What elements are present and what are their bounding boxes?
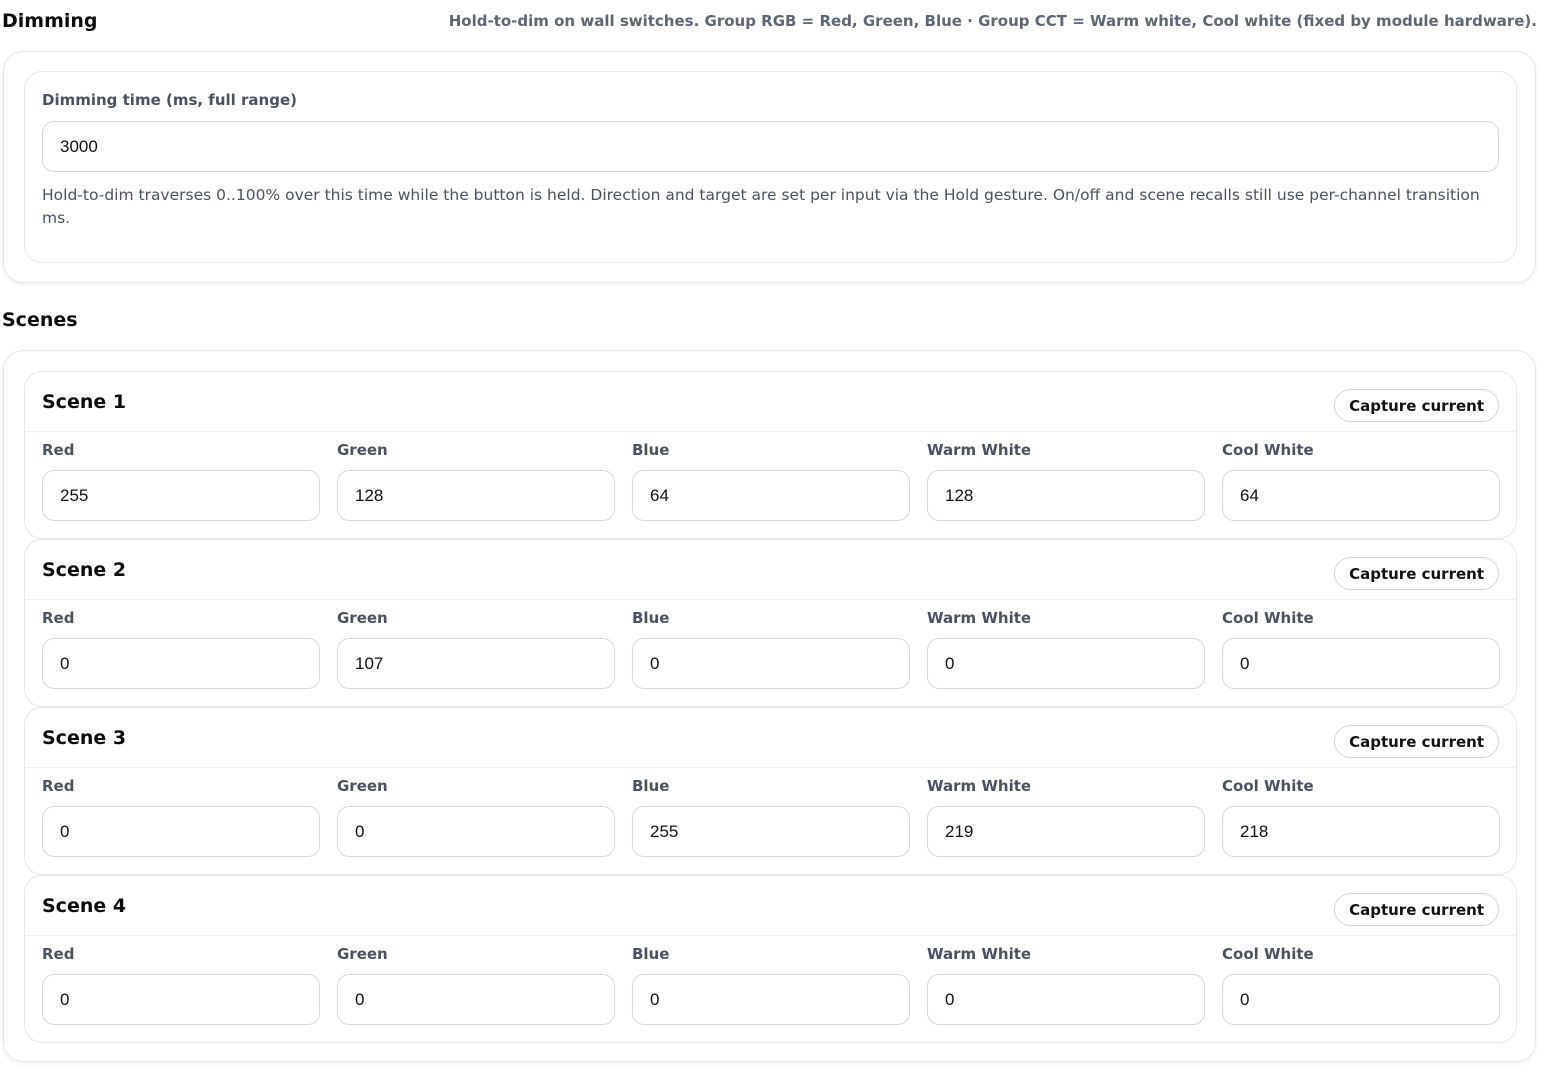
blue-input[interactable] — [632, 974, 910, 1025]
capture-current-button[interactable]: Capture current — [1334, 893, 1499, 926]
blue-label: Blue — [632, 609, 670, 627]
cool-white-label: Cool White — [1222, 609, 1314, 627]
scene-title: Scene 2 — [42, 559, 127, 581]
blue-label: Blue — [632, 441, 670, 459]
green-label: Green — [337, 609, 388, 627]
red-input[interactable] — [42, 974, 320, 1025]
warm-white-label: Warm White — [927, 945, 1032, 963]
warm-white-input[interactable] — [927, 470, 1205, 521]
cool-white-label: Cool White — [1222, 441, 1314, 459]
scenes-section-header: Scenes — [2, 309, 1542, 331]
warm-white-label: Warm White — [927, 777, 1032, 795]
scene-title: Scene 3 — [42, 727, 127, 749]
dimming-time-label: Dimming time (ms, full range) — [42, 91, 297, 109]
green-label: Green — [337, 441, 388, 459]
capture-current-button[interactable]: Capture current — [1334, 557, 1499, 590]
red-label: Red — [42, 609, 75, 627]
green-input[interactable] — [337, 470, 615, 521]
dimming-group-note: Hold-to-dim on wall switches. Group RGB … — [448, 12, 1537, 30]
green-label: Green — [337, 945, 388, 963]
red-input[interactable] — [42, 806, 320, 857]
dimming-section-title: Dimming — [2, 10, 98, 32]
green-input[interactable] — [337, 974, 615, 1025]
warm-white-input[interactable] — [927, 638, 1205, 689]
scene-title: Scene 1 — [42, 391, 127, 413]
scene-header: Scene 4 Capture current — [25, 876, 1516, 936]
dimming-card: Dimming time (ms, full range) Hold-to-di… — [3, 51, 1536, 283]
red-label: Red — [42, 945, 75, 963]
red-label: Red — [42, 777, 75, 795]
cool-white-label: Cool White — [1222, 777, 1314, 795]
warm-white-input[interactable] — [927, 974, 1205, 1025]
scene-header: Scene 1 Capture current — [25, 372, 1516, 432]
red-input[interactable] — [42, 638, 320, 689]
red-input[interactable] — [42, 470, 320, 521]
scenes-section-title: Scenes — [2, 309, 78, 331]
cool-white-input[interactable] — [1222, 806, 1500, 857]
cool-white-label: Cool White — [1222, 945, 1314, 963]
capture-current-button[interactable]: Capture current — [1334, 389, 1499, 422]
warm-white-label: Warm White — [927, 609, 1032, 627]
red-label: Red — [42, 441, 75, 459]
cool-white-input[interactable] — [1222, 470, 1500, 521]
blue-label: Blue — [632, 945, 670, 963]
scene-card: Scene 4 Capture current Red Green Blue Warm W… — [24, 875, 1517, 1043]
scene-card: Scene 3 Capture current Red Green Blue Warm W… — [24, 707, 1517, 875]
scene-header: Scene 3 Capture current — [25, 708, 1516, 768]
blue-input[interactable] — [632, 806, 910, 857]
scene-card: Scene 1 Capture current Red Green Blue Warm W… — [24, 371, 1517, 539]
cool-white-input[interactable] — [1222, 638, 1500, 689]
blue-input[interactable] — [632, 470, 910, 521]
dimming-section-header: Dimming Hold-to-dim on wall switches. Gr… — [2, 10, 1542, 32]
dimming-help-text: Hold-to-dim traverses 0..100% over this … — [42, 186, 1480, 227]
dimming-time-card: Dimming time (ms, full range) Hold-to-di… — [24, 71, 1517, 263]
scene-title: Scene 4 — [42, 895, 127, 917]
blue-input[interactable] — [632, 638, 910, 689]
cool-white-input[interactable] — [1222, 974, 1500, 1025]
scene-header: Scene 2 Capture current — [25, 540, 1516, 600]
blue-label: Blue — [632, 777, 670, 795]
capture-current-button[interactable]: Capture current — [1334, 725, 1499, 758]
warm-white-input[interactable] — [927, 806, 1205, 857]
green-label: Green — [337, 777, 388, 795]
scene-card: Scene 2 Capture current Red Green Blue Warm W… — [24, 539, 1517, 707]
scenes-card: Scene 1 Capture current Red Green Blue Warm W… — [3, 350, 1536, 1062]
green-input[interactable] — [337, 806, 615, 857]
green-input[interactable] — [337, 638, 615, 689]
warm-white-label: Warm White — [927, 441, 1032, 459]
dimming-time-input[interactable] — [42, 121, 1499, 172]
